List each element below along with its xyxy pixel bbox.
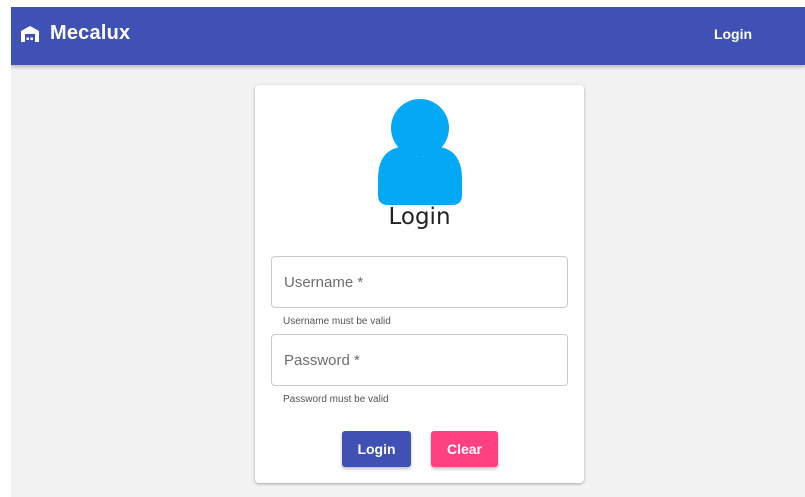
login-button[interactable]: Login bbox=[342, 431, 411, 467]
warehouse-icon bbox=[19, 23, 41, 45]
clear-button[interactable]: Clear bbox=[431, 431, 498, 467]
login-card: Login Username must be valid Password mu… bbox=[255, 85, 584, 483]
nav-login-link[interactable]: Login bbox=[708, 23, 758, 45]
app-title: Mecalux bbox=[50, 22, 131, 44]
username-field[interactable] bbox=[271, 256, 568, 308]
password-hint: Password must be valid bbox=[283, 394, 389, 405]
username-hint: Username must be valid bbox=[283, 316, 391, 327]
app-window: Mecalux Login Login Username must be val… bbox=[11, 7, 805, 497]
password-field[interactable] bbox=[271, 334, 568, 386]
person-icon bbox=[376, 99, 464, 205]
app-bar: Mecalux Login bbox=[11, 7, 805, 65]
username-input[interactable] bbox=[272, 257, 567, 307]
brand: Mecalux bbox=[19, 22, 130, 45]
login-title: Login bbox=[388, 204, 451, 230]
password-input[interactable] bbox=[272, 335, 567, 385]
